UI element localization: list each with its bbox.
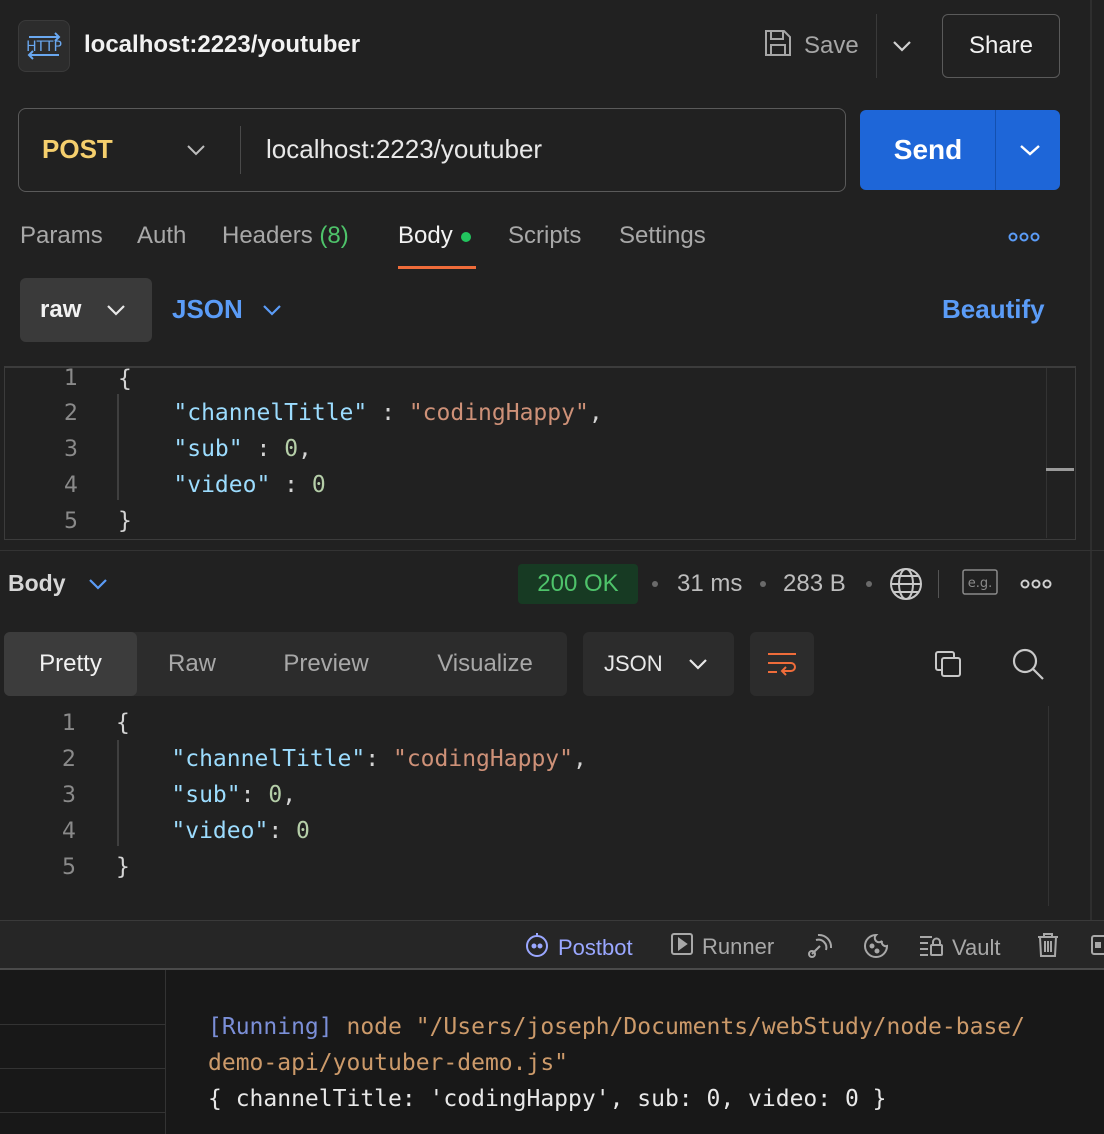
line-number: 3 bbox=[62, 783, 76, 808]
code-line: "video": 0 bbox=[171, 818, 310, 844]
window-scroll-track[interactable] bbox=[1090, 0, 1092, 920]
save-options-chevron-down-icon[interactable] bbox=[888, 30, 916, 62]
status-badge[interactable]: 200 OK bbox=[518, 564, 638, 604]
line-number: 3 bbox=[64, 437, 78, 462]
code-line: } bbox=[116, 854, 130, 880]
tab-body[interactable]: Body bbox=[398, 222, 471, 250]
tab-auth[interactable]: Auth bbox=[137, 222, 186, 250]
copy-icon[interactable] bbox=[928, 644, 968, 684]
vault-icon bbox=[918, 932, 944, 964]
terminal-line: [Running] node "/Users/joseph/Documents/… bbox=[208, 1014, 1025, 1040]
vault-label: Vault bbox=[952, 935, 1001, 960]
response-size[interactable]: 283 B bbox=[783, 570, 846, 598]
send-divider bbox=[995, 110, 996, 190]
view-tab-raw[interactable]: Raw bbox=[137, 632, 247, 696]
save-example-icon[interactable]: e.g. bbox=[962, 569, 998, 600]
response-section-chevron-down-icon[interactable] bbox=[86, 572, 110, 596]
terminal-output: { channelTitle: 'codingHappy', sub: 0, v… bbox=[208, 1086, 887, 1112]
pane-divider[interactable] bbox=[0, 550, 1104, 551]
terminal-sidebar-row-divider bbox=[0, 1068, 165, 1069]
tab-scripts[interactable]: Scripts bbox=[508, 222, 581, 250]
meta-separator-dot bbox=[760, 581, 766, 587]
body-format-select[interactable]: JSON bbox=[172, 294, 243, 325]
http-request-icon: HTTP bbox=[18, 20, 70, 72]
view-tab-pretty[interactable]: Pretty bbox=[4, 632, 137, 696]
meta-separator-dot bbox=[866, 581, 872, 587]
code-line: { bbox=[118, 366, 132, 392]
code-line: "sub" : 0, bbox=[173, 436, 312, 462]
view-tab-visualize[interactable]: Visualize bbox=[420, 632, 550, 696]
line-number: 4 bbox=[64, 473, 78, 498]
postbot-label: Postbot bbox=[558, 935, 633, 960]
active-tab-indicator bbox=[398, 266, 476, 269]
response-format-label: JSON bbox=[604, 651, 663, 676]
response-time[interactable]: 31 ms bbox=[677, 570, 742, 598]
save-button[interactable]: Save bbox=[762, 28, 859, 64]
code-line: "sub": 0, bbox=[171, 782, 297, 808]
body-mode-chevron-down-icon bbox=[104, 296, 128, 324]
response-more-options-icon[interactable] bbox=[1020, 577, 1052, 596]
tab-settings[interactable]: Settings bbox=[619, 222, 706, 250]
editor-scroll-track bbox=[1046, 368, 1047, 538]
save-divider bbox=[876, 14, 877, 78]
save-icon bbox=[762, 27, 794, 66]
send-options-chevron-down-icon[interactable] bbox=[1000, 110, 1060, 190]
capture-requests-icon[interactable] bbox=[806, 932, 834, 960]
line-number: 5 bbox=[62, 855, 76, 880]
line-number: 2 bbox=[62, 747, 76, 772]
line-number: 4 bbox=[62, 819, 76, 844]
code-line: "channelTitle" : "codingHappy", bbox=[173, 400, 603, 426]
beautify-button[interactable]: Beautify bbox=[942, 294, 1045, 325]
url-input[interactable]: localhost:2223/youtuber bbox=[266, 134, 542, 165]
line-number: 2 bbox=[64, 401, 78, 426]
method-chevron-down-icon[interactable] bbox=[184, 136, 208, 164]
runner-button[interactable]: Runner bbox=[670, 932, 774, 962]
body-mode-label: raw bbox=[40, 296, 82, 323]
meta-separator-dot bbox=[652, 581, 658, 587]
word-wrap-icon[interactable] bbox=[750, 632, 814, 696]
svg-text:e.g.: e.g. bbox=[968, 576, 993, 591]
response-format-chevron-down-icon bbox=[686, 650, 710, 678]
runner-icon bbox=[670, 932, 694, 962]
headers-count-badge: (8) bbox=[319, 222, 349, 249]
line-number: 1 bbox=[62, 711, 76, 736]
send-button[interactable]: Send bbox=[860, 110, 996, 190]
line-number: 1 bbox=[64, 366, 78, 391]
code-line: "channelTitle": "codingHappy", bbox=[171, 746, 587, 772]
save-label: Save bbox=[804, 32, 859, 59]
postbot-button[interactable]: Postbot bbox=[524, 932, 633, 964]
request-tab-title[interactable]: localhost:2223/youtuber bbox=[84, 31, 360, 59]
code-line: "video" : 0 bbox=[173, 472, 326, 498]
postbot-icon bbox=[524, 932, 550, 964]
terminal-sidebar-row-divider bbox=[0, 1024, 165, 1025]
terminal-sidebar-row-divider bbox=[0, 1112, 165, 1113]
tab-body-label: Body bbox=[398, 222, 453, 249]
layout-icon[interactable] bbox=[1090, 932, 1104, 958]
network-globe-icon[interactable] bbox=[888, 566, 924, 607]
trash-icon[interactable] bbox=[1036, 932, 1060, 958]
editor-scroll-thumb[interactable] bbox=[1046, 468, 1074, 471]
share-button[interactable]: Share bbox=[942, 14, 1060, 78]
body-modified-dot-icon bbox=[460, 231, 471, 242]
more-options-icon[interactable] bbox=[1008, 230, 1040, 244]
cookies-icon[interactable] bbox=[862, 932, 890, 960]
code-line: { bbox=[116, 710, 130, 736]
meta-divider bbox=[938, 570, 939, 598]
tab-params[interactable]: Params bbox=[20, 222, 103, 250]
line-number: 5 bbox=[64, 509, 78, 534]
terminal-sidebar bbox=[0, 970, 166, 1134]
terminal-line: demo-api/youtuber-demo.js" bbox=[208, 1050, 569, 1076]
search-icon[interactable] bbox=[1008, 644, 1048, 684]
view-tab-preview[interactable]: Preview bbox=[262, 632, 390, 696]
vault-button[interactable]: Vault bbox=[918, 932, 1001, 964]
method-select[interactable]: POST bbox=[42, 134, 113, 165]
body-format-chevron-down-icon[interactable] bbox=[260, 296, 284, 324]
tab-headers[interactable]: Headers (8) bbox=[222, 222, 349, 250]
code-line: } bbox=[118, 508, 132, 534]
runner-label: Runner bbox=[702, 934, 775, 959]
url-divider bbox=[240, 126, 241, 174]
response-scroll-track bbox=[1048, 706, 1049, 906]
response-section-label[interactable]: Body bbox=[8, 570, 66, 597]
tab-headers-label: Headers bbox=[222, 222, 313, 249]
